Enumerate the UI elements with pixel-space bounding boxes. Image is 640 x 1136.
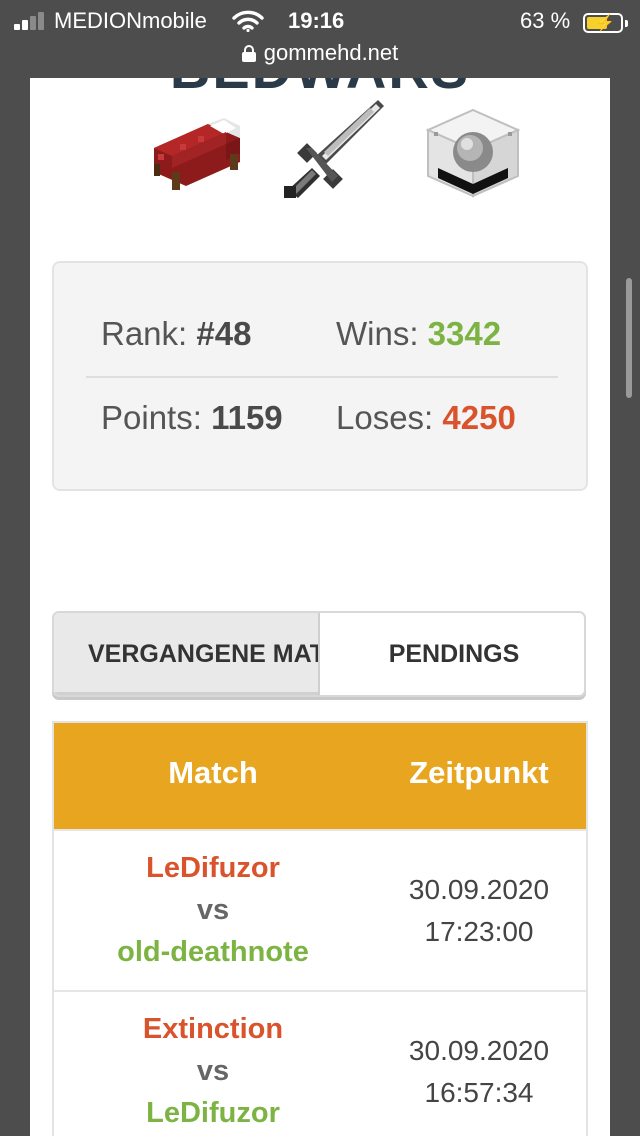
rank-stat: Rank: #48 xyxy=(101,315,251,353)
page-content: BEDWARS xyxy=(30,78,610,1136)
matches-table: Match Zeitpunkt LeDifuzor vs old-deathno… xyxy=(52,721,588,1136)
player-loser[interactable]: LeDifuzor xyxy=(54,847,372,889)
loses-value: 4250 xyxy=(442,399,516,436)
battery-charging-icon: ⚡ xyxy=(583,13,623,33)
player-winner[interactable]: old-deathnote xyxy=(54,931,372,973)
rank-label: Rank: xyxy=(101,315,188,352)
table-header: Match Zeitpunkt xyxy=(54,723,586,829)
match-time: 16:57:34 xyxy=(424,1077,534,1108)
clock-time: 19:16 xyxy=(288,8,345,33)
player-loser[interactable]: Extinction xyxy=(54,1008,372,1050)
points-label: Points: xyxy=(101,399,202,436)
battery-percent: 63 % xyxy=(520,8,571,33)
tab-past-matches[interactable]: VERGANGENE MATCHES xyxy=(54,613,320,695)
table-row[interactable]: LeDifuzor vs old-deathnote 30.09.2020 17… xyxy=(54,829,586,990)
points-value: 1159 xyxy=(211,399,283,436)
stats-panel: Rank: #48 Wins: 3342 Points: 1159 Loses:… xyxy=(52,261,588,491)
signal-strength-icon xyxy=(14,12,48,30)
vs-label: vs xyxy=(196,894,230,926)
url-text: gommehd.net xyxy=(263,40,399,65)
rank-value: #48 xyxy=(196,315,252,352)
table-row[interactable]: Extinction vs LeDifuzor 30.09.2020 16:57… xyxy=(54,990,586,1136)
match-tabs: VERGANGENE MATCHES PENDINGS xyxy=(52,611,586,697)
loses-stat: Loses: 4250 xyxy=(336,399,516,437)
tab-pendings[interactable]: PENDINGS xyxy=(322,613,584,695)
points-stat: Points: 1159 xyxy=(101,399,283,437)
wins-value: 3342 xyxy=(427,315,502,352)
lock-icon xyxy=(241,45,256,62)
page-scrollbar[interactable] xyxy=(626,278,632,398)
wins-stat: Wins: 3342 xyxy=(336,315,501,353)
match-date: 30.09.2020 xyxy=(408,1035,550,1066)
battery-nub xyxy=(625,20,628,27)
status-bar: MEDIONmobile 19:16 63 % ⚡ gommehd.net xyxy=(0,0,640,78)
time-cell: 30.09.2020 16:57:34 xyxy=(372,1030,586,1114)
column-header-time[interactable]: Zeitpunkt xyxy=(372,755,586,791)
match-date: 30.09.2020 xyxy=(408,874,550,905)
carrier-name: MEDIONmobile xyxy=(54,8,207,33)
glass-block-icon xyxy=(426,108,520,198)
address-bar[interactable]: gommehd.net xyxy=(0,40,640,66)
column-header-match[interactable]: Match xyxy=(54,755,372,791)
vs-label: vs xyxy=(196,1055,230,1087)
match-time: 17:23:00 xyxy=(424,916,534,947)
stats-divider xyxy=(86,376,558,378)
bed-icon xyxy=(154,118,240,190)
loses-label: Loses: xyxy=(336,399,434,436)
sword-icon xyxy=(284,100,384,198)
wins-label: Wins: xyxy=(336,315,419,352)
player-winner[interactable]: LeDifuzor xyxy=(54,1092,372,1134)
match-cell: Extinction vs LeDifuzor xyxy=(54,1008,372,1134)
time-cell: 30.09.2020 17:23:00 xyxy=(372,869,586,953)
match-cell: LeDifuzor vs old-deathnote xyxy=(54,847,372,973)
wifi-icon xyxy=(232,10,264,32)
